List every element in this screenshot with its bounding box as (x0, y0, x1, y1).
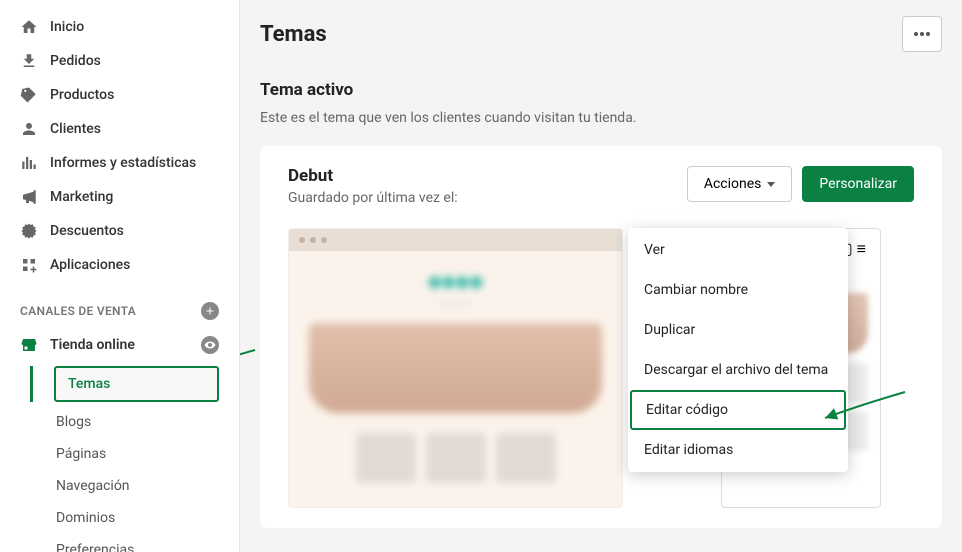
tag-icon (20, 86, 38, 104)
channel-online-store[interactable]: Tienda online (0, 328, 239, 362)
nav-label: Pedidos (50, 53, 101, 69)
mock-content: ◆◆◆◆ — — — — (289, 251, 622, 503)
dot-icon (926, 32, 930, 36)
sales-channels-header: CANALES DE VENTA (0, 282, 239, 328)
dropdown-download[interactable]: Descargar el archivo del tema (628, 350, 848, 390)
customize-button[interactable]: Personalizar (802, 166, 914, 202)
annotation-arrow (820, 390, 910, 434)
sidebar: Inicio Pedidos Productos Clientes Inform… (0, 0, 240, 552)
active-theme-heading: Tema activo (260, 80, 942, 100)
nav-label: Inicio (50, 19, 84, 35)
actions-button[interactable]: Acciones (687, 166, 793, 202)
sub-nav-blogs[interactable]: Blogs (30, 406, 239, 438)
theme-saved-label: Guardado por última vez el: (288, 190, 458, 206)
dropdown-view[interactable]: Ver (628, 230, 848, 270)
button-label: Acciones (704, 176, 762, 192)
theme-header: Debut Guardado por última vez el: Accion… (288, 166, 914, 206)
plus-icon[interactable] (201, 302, 219, 320)
theme-name: Debut (288, 166, 458, 186)
sub-nav-label: Temas (54, 366, 219, 402)
page-header: Temas (260, 16, 942, 52)
page-title: Temas (260, 22, 327, 47)
dot-icon (914, 32, 918, 36)
nav-products[interactable]: Productos (0, 78, 239, 112)
person-icon (20, 120, 38, 138)
megaphone-icon (20, 188, 38, 206)
nav-label: Productos (50, 87, 114, 103)
dropdown-rename[interactable]: Cambiar nombre (628, 270, 848, 310)
chevron-down-icon (767, 182, 775, 187)
theme-card: Debut Guardado por última vez el: Accion… (260, 146, 942, 528)
bars-icon (20, 154, 38, 172)
nav-label: Clientes (50, 121, 101, 137)
dropdown-edit-code[interactable]: Editar código (630, 390, 846, 430)
browser-bar (289, 229, 622, 251)
dropdown-duplicate[interactable]: Duplicar (628, 310, 848, 350)
theme-actions: Acciones Personalizar (687, 166, 914, 202)
annotation-arrow (240, 345, 260, 379)
main-content: Temas Tema activo Este es el tema que ve… (240, 0, 962, 552)
nav-label: Aplicaciones (50, 257, 130, 273)
nav-customers[interactable]: Clientes (0, 112, 239, 146)
nav-home[interactable]: Inicio (0, 10, 239, 44)
sub-nav-preferences[interactable]: Preferencias (30, 534, 239, 552)
nav-discounts[interactable]: Descuentos (0, 214, 239, 248)
more-button[interactable] (902, 16, 942, 52)
sub-nav-navigation[interactable]: Navegación (30, 470, 239, 502)
download-icon (20, 52, 38, 70)
section-label: CANALES DE VENTA (20, 304, 136, 318)
nav-orders[interactable]: Pedidos (0, 44, 239, 78)
discount-icon (20, 222, 38, 240)
nav-apps[interactable]: Aplicaciones (0, 248, 239, 282)
dropdown-edit-languages[interactable]: Editar idiomas (628, 430, 848, 470)
nav-analytics[interactable]: Informes y estadísticas (0, 146, 239, 180)
theme-previews: ◆◆◆◆ — — — — Ver Cambiar nombre Duplicar… (288, 228, 914, 508)
nav-label: Marketing (50, 189, 113, 205)
home-icon (20, 18, 38, 36)
sub-nav-domains[interactable]: Dominios (30, 502, 239, 534)
channel-label: Tienda online (50, 337, 135, 353)
sub-nav-pages[interactable]: Páginas (30, 438, 239, 470)
actions-dropdown: Ver Cambiar nombre Duplicar Descargar el… (628, 228, 848, 472)
desktop-preview: ◆◆◆◆ — — — — (288, 228, 623, 508)
nav-label: Informes y estadísticas (50, 155, 196, 171)
sub-nav: Temas Blogs Páginas Navegación Dominios … (0, 366, 239, 552)
active-theme-description: Este es el tema que ven los clientes cua… (260, 110, 942, 126)
store-icon (20, 336, 38, 354)
sub-nav-themes[interactable]: Temas (54, 366, 219, 402)
nav-marketing[interactable]: Marketing (0, 180, 239, 214)
dot-icon (920, 32, 924, 36)
eye-icon[interactable] (201, 336, 219, 354)
nav-label: Descuentos (50, 223, 124, 239)
apps-icon (20, 256, 38, 274)
